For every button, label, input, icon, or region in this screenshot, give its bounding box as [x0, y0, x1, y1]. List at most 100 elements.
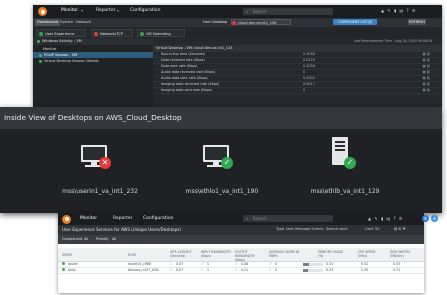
- search-icon: ⌕: [246, 216, 249, 221]
- ok-check-icon: ✓: [201, 268, 204, 272]
- chevron-down-icon: ▾: [81, 8, 84, 13]
- chart-icon[interactable]: ▦ ▨: [423, 76, 431, 81]
- refresh-button[interactable]: REFRESH: [408, 19, 426, 25]
- user-desktop-label: User Desktop: [203, 20, 228, 24]
- search-placeholder: Search: [253, 216, 267, 221]
- table-header: USERS HOST SITE LATENCY (Seconds) INPUT …: [58, 248, 424, 262]
- toolbar-icons[interactable]: ▲ ✎ ▮ ▤ ? ⚙: [381, 8, 416, 13]
- column-header[interactable]: SITE LATENCY (Seconds): [170, 250, 198, 258]
- ok-check-icon: ✓: [170, 262, 173, 266]
- column-header[interactable]: USERS: [62, 253, 72, 257]
- toolbar-icons[interactable]: ▲ ✎ ▮ ▤ ? ⚙: [368, 216, 403, 221]
- metric-value: 0.0017: [303, 82, 315, 86]
- column-header[interactable]: HOST: [128, 253, 137, 257]
- inside-view-window: Inside View of Desktops on AWS_Cloud_Des…: [0, 107, 442, 213]
- nav-configuration[interactable]: Configuration: [143, 216, 174, 221]
- search-placeholder: Search: [253, 9, 267, 14]
- ok-check-icon: ✓: [235, 268, 238, 272]
- tab-network[interactable]: Network: [74, 19, 93, 26]
- cpu-cell: 5.30: [361, 268, 369, 272]
- priority-filter-label: Priority: [96, 237, 109, 241]
- metric-row[interactable]: Imaging data sent rate (Kbps) 0 ▦ ▨: [153, 88, 442, 94]
- chart-icon[interactable]: ▦ ▨: [423, 82, 431, 87]
- chart-icon[interactable]: ▦ ▨: [423, 64, 431, 69]
- limit-label: Limit: [365, 227, 374, 231]
- metric-value: 0.1030: [303, 52, 315, 56]
- nav-monitor[interactable]: Monitor: [61, 8, 78, 13]
- desktop-tile[interactable]: ✕ mss\userin1_va_int1_232: [35, 137, 165, 207]
- tab-system[interactable]: System: [58, 19, 75, 26]
- limit-select[interactable]: 50: [375, 227, 379, 231]
- memory-bar-fill: [303, 269, 308, 272]
- memory-cell: 0.25: [326, 268, 334, 272]
- sub-nav-bar: Dashboards System Network User Desktop c…: [33, 18, 442, 27]
- desktop-tile[interactable]: ✓ mss\ethlo1_va_int1_190: [157, 137, 287, 207]
- type-select[interactable]: User Message Events: [286, 227, 323, 231]
- component-list-button[interactable]: COMPONENT LIST(3): [333, 19, 377, 25]
- column-header[interactable]: MEMORY USAGE (%): [318, 250, 348, 258]
- table-row[interactable]: andy bhinaxy_c427_i034 ✓ 0.07 ✓ 1 ✓ 0.21 ✓ 0 0.25 5…: [58, 268, 424, 274]
- metrics-heading-label: Virtual Desktop - VM: cloud.dev.va.int1_…: [156, 46, 233, 50]
- input-cell: 1: [207, 262, 210, 266]
- layer-heading-label: Windows Activity - VM: [42, 39, 82, 43]
- metric-value: 0.0002: [303, 76, 315, 80]
- chart-icon[interactable]: ▦ ▨: [423, 70, 431, 75]
- component-filter-label: Component: [62, 237, 83, 241]
- search-input[interactable]: ⌕ Search: [243, 215, 333, 222]
- component-filter-select[interactable]: All: [84, 237, 88, 241]
- action-icons[interactable]: ▤ ⊞ ⚑: [394, 227, 406, 231]
- chart-icon[interactable]: ▦ ▨: [423, 88, 431, 93]
- nav-monitor[interactable]: Monitor: [80, 216, 97, 221]
- tab-dashboards[interactable]: Dashboards: [35, 19, 61, 26]
- tab-vm-os[interactable]: VM Operating System: [137, 29, 185, 44]
- nav-reporter[interactable]: Reporter: [96, 8, 116, 13]
- ok-check-icon: ✓: [170, 268, 173, 272]
- top-nav-bar: Monitor ▾ Reporter ▾ Configuration ⌕ Sea…: [33, 5, 442, 18]
- tab-network-tcp[interactable]: Network/TCP: [91, 29, 133, 37]
- metric-value: 0: [303, 70, 306, 74]
- input-cell: 1: [207, 268, 210, 272]
- column-header[interactable]: DISK WRITES (MB/Sec): [390, 250, 420, 258]
- search-input[interactable]: ⌕ Search: [243, 8, 333, 15]
- column-header[interactable]: INPUT BANDWIDTH (Kbps): [201, 250, 231, 258]
- alert-dot-icon: [232, 21, 236, 25]
- column-header[interactable]: OUTPUT BANDWIDTH (Kbps): [235, 250, 265, 262]
- settings-circle-button[interactable]: ⚙: [431, 215, 438, 222]
- column-header[interactable]: AVERAGE USERS IN MBPS: [269, 250, 299, 258]
- tree-item-label: Virtual Desktop Session Details: [44, 59, 99, 63]
- filter-bar: Component All Priority All: [58, 235, 424, 244]
- services-window: Monitor Reporter Configuration ⌕ Search …: [58, 213, 424, 293]
- metric-value: 0: [303, 88, 306, 92]
- page-title-bar: User Experience Services for AWS (Unique…: [58, 225, 424, 235]
- latency-cell: 0.07: [176, 262, 184, 266]
- memory-bar: [303, 269, 323, 272]
- app-logo: [62, 214, 71, 224]
- nav-configuration[interactable]: Configuration: [130, 8, 161, 13]
- desktop-tile[interactable]: ✓ mss\ethlb_va_int1_129: [280, 137, 410, 207]
- priority-filter-select[interactable]: All: [112, 237, 116, 241]
- metric-value: 0.0129: [303, 58, 315, 62]
- chevron-down-icon: ▾: [117, 8, 120, 13]
- ok-badge-icon: ✓: [221, 157, 233, 169]
- nav-reporter[interactable]: Reporter: [113, 216, 133, 221]
- refresh-circle-button[interactable]: ↻: [422, 215, 429, 222]
- monitor-window: Monitor ▾ Reporter ▾ Configuration ⌕ Sea…: [33, 5, 442, 107]
- status-dot-icon: [37, 39, 40, 43]
- ok-check-icon: ✓: [269, 262, 272, 266]
- tree-item-session-details[interactable]: Virtual Desktop Session Details: [33, 58, 153, 64]
- tab-label: Network/TCP: [100, 32, 123, 36]
- column-header[interactable]: CPU SPEED (MHz): [358, 250, 384, 258]
- user-desktop-value: cloud.dev.va.int1_156: [238, 21, 277, 25]
- desktop-name: mss\userin1_va_int1_232: [62, 188, 138, 195]
- tab-user-experience[interactable]: User Experience (Activity): [36, 29, 86, 44]
- metric-name: Audio data received rate (Kbps): [161, 70, 215, 74]
- chart-icon[interactable]: ▦ ▨: [423, 58, 431, 63]
- zone-select[interactable]: Search zone: [326, 227, 348, 231]
- cpu-cell: 9.52: [361, 262, 369, 266]
- user-desktop-select[interactable]: cloud.dev.va.int1_156: [231, 19, 291, 25]
- chart-icon[interactable]: ▦ ▨: [423, 52, 431, 57]
- inside-view-title: Inside View of Desktops on AWS_Cloud_Des…: [4, 113, 182, 122]
- metric-name: Audio data sent rate (Kbps): [161, 76, 208, 80]
- user-cell: rpunit: [68, 262, 78, 266]
- top-nav-bar: Monitor Reporter Configuration ⌕ Search …: [58, 213, 424, 225]
